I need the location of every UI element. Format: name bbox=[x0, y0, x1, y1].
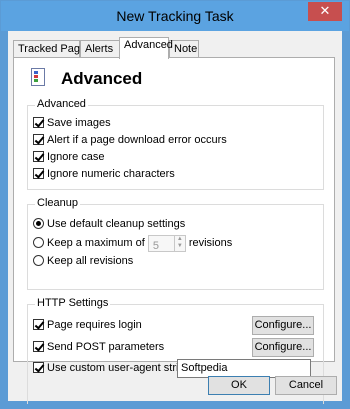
advanced-panel: Advanced Advanced Save images Alert if a… bbox=[13, 57, 335, 404]
ignore-case-option[interactable]: Ignore case bbox=[33, 150, 104, 165]
save-images-checkbox[interactable] bbox=[33, 117, 44, 128]
keep-maximum-option[interactable]: Keep a maximum of 5 ▲ ▼ revisions bbox=[33, 234, 232, 252]
ignore-numeric-option[interactable]: Ignore numeric characters bbox=[33, 167, 175, 182]
dialog-client: Tracked Page Alerts Advanced Note Advanc… bbox=[8, 31, 342, 404]
revisions-stepper-value: 5 bbox=[152, 239, 159, 252]
keep-maximum-label: Keep a maximum of bbox=[47, 237, 145, 249]
ok-button[interactable]: OK bbox=[208, 376, 270, 395]
alert-download-error-option[interactable]: Alert if a page download error occurs bbox=[33, 133, 227, 148]
default-cleanup-option[interactable]: Use default cleanup settings bbox=[33, 217, 185, 232]
alert-download-error-checkbox[interactable] bbox=[33, 134, 44, 145]
page-requires-login-label: Page requires login bbox=[47, 319, 142, 331]
document-list-icon bbox=[31, 68, 45, 86]
send-post-label: Send POST parameters bbox=[47, 341, 165, 353]
revisions-stepper[interactable]: 5 ▲ ▼ bbox=[147, 234, 186, 252]
tab-alerts[interactable]: Alerts bbox=[80, 40, 120, 57]
keep-all-revisions-radio[interactable] bbox=[33, 255, 44, 266]
page-heading: Advanced bbox=[61, 69, 143, 88]
save-images-option[interactable]: Save images bbox=[33, 116, 111, 131]
keep-maximum-radio[interactable] bbox=[33, 237, 44, 248]
window-title: New Tracking Task bbox=[116, 8, 234, 24]
custom-user-agent-checkbox[interactable] bbox=[33, 362, 44, 373]
ignore-case-label: Ignore case bbox=[47, 151, 105, 163]
ignore-numeric-checkbox[interactable] bbox=[33, 168, 44, 179]
send-post-checkbox[interactable] bbox=[33, 341, 44, 352]
page-requires-login-option[interactable]: Page requires login bbox=[33, 318, 142, 333]
cancel-button[interactable]: Cancel bbox=[275, 376, 337, 395]
http-settings-legend: HTTP Settings bbox=[35, 297, 111, 309]
save-images-label: Save images bbox=[47, 117, 111, 129]
stepper-arrows-icon[interactable]: ▲ ▼ bbox=[173, 235, 185, 251]
default-cleanup-radio[interactable] bbox=[33, 218, 44, 229]
keep-all-revisions-option[interactable]: Keep all revisions bbox=[33, 254, 133, 269]
close-button[interactable]: ✕ bbox=[308, 2, 342, 21]
default-cleanup-label: Use default cleanup settings bbox=[47, 218, 186, 230]
alert-download-error-label: Alert if a page download error occurs bbox=[47, 134, 227, 146]
keep-all-revisions-label: Keep all revisions bbox=[47, 255, 134, 267]
tab-note[interactable]: Note bbox=[169, 40, 199, 57]
tab-advanced[interactable]: Advanced bbox=[119, 37, 173, 59]
title-bar[interactable]: New Tracking Task ✕ bbox=[1, 1, 349, 31]
configure-login-button[interactable]: Configure... bbox=[252, 316, 314, 335]
advanced-group: Advanced Save images Alert if a page dow… bbox=[27, 98, 324, 190]
ignore-numeric-label: Ignore numeric characters bbox=[47, 168, 175, 180]
advanced-group-legend: Advanced bbox=[35, 98, 88, 110]
send-post-option[interactable]: Send POST parameters bbox=[33, 340, 164, 355]
cleanup-group-legend: Cleanup bbox=[35, 197, 80, 209]
custom-user-agent-option[interactable]: Use custom user-agent string: bbox=[33, 361, 194, 376]
configure-post-button[interactable]: Configure... bbox=[252, 338, 314, 357]
cleanup-group: Cleanup Use default cleanup settings Kee… bbox=[27, 197, 324, 290]
revisions-label: revisions bbox=[188, 237, 233, 249]
dialog-window: New Tracking Task ✕ Tracked Page Alerts … bbox=[0, 0, 350, 409]
custom-user-agent-label: Use custom user-agent string: bbox=[47, 362, 194, 374]
ignore-case-checkbox[interactable] bbox=[33, 151, 44, 162]
tab-tracked-page[interactable]: Tracked Page bbox=[13, 40, 86, 57]
page-requires-login-checkbox[interactable] bbox=[33, 319, 44, 330]
